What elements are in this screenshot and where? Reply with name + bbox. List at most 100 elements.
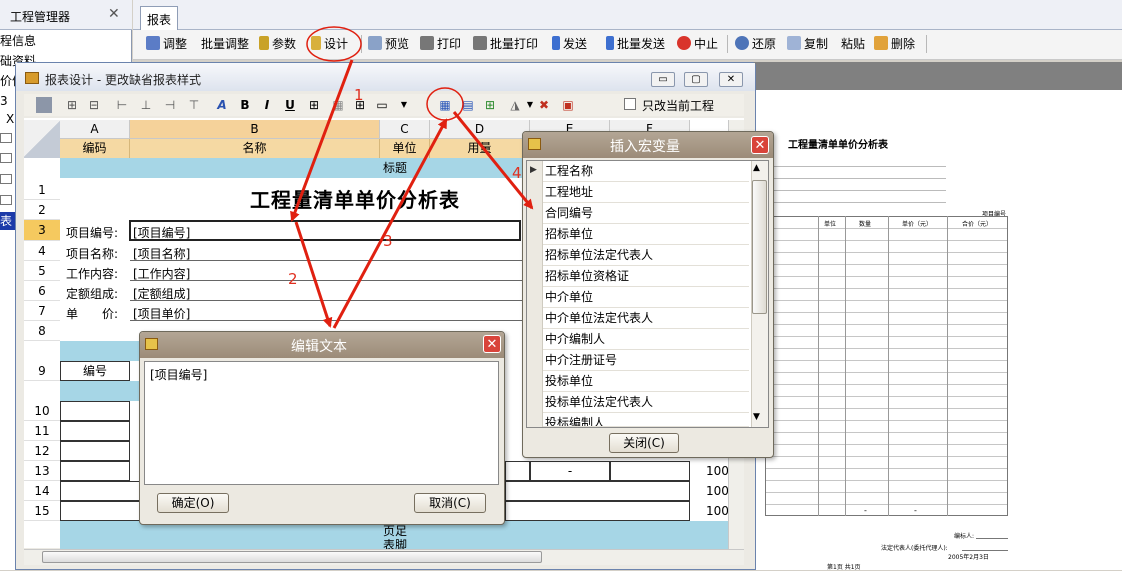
insert-macro-icon[interactable]: ▦ — [437, 97, 453, 113]
manager-selected-item[interactable]: 表 — [0, 212, 16, 230]
ok-button[interactable]: 确定(O) — [157, 493, 229, 513]
align-top-icon[interactable]: ⊤ — [186, 97, 202, 113]
column-header[interactable]: B — [130, 120, 380, 139]
table-cell[interactable] — [505, 501, 690, 521]
restore-button[interactable]: 还原 — [735, 35, 776, 53]
table-cell[interactable] — [60, 461, 130, 481]
tab-report[interactable]: 报表 — [140, 6, 178, 30]
macro-item[interactable]: 中介单位 — [543, 287, 749, 308]
column-header[interactable]: D — [430, 120, 530, 139]
preview-button[interactable]: 预览 — [368, 35, 409, 53]
row-header[interactable]: 11 — [24, 421, 60, 441]
clear-icon[interactable]: ✖ — [536, 97, 552, 113]
macro-item[interactable]: 投标编制人 — [543, 413, 749, 427]
manager-item[interactable]: 程信息 — [0, 32, 130, 50]
batch-adjust-button[interactable]: 批量调整 — [201, 35, 249, 53]
only-current-checkbox[interactable] — [624, 98, 636, 110]
row-header[interactable]: 14 — [24, 481, 60, 501]
edit-text-area[interactable]: [项目编号] — [144, 361, 499, 485]
column-header[interactable]: A — [60, 120, 130, 139]
page-setup-icon[interactable]: ▣ — [560, 97, 576, 113]
row-header[interactable]: 6 — [24, 281, 60, 301]
row-header[interactable]: 8 — [24, 321, 60, 341]
table-cell[interactable] — [60, 441, 130, 461]
row-header[interactable]: 5 — [24, 261, 60, 281]
close-icon[interactable]: ✕ — [108, 6, 120, 22]
split-icon[interactable]: ⊟ — [86, 97, 102, 113]
macro-item[interactable]: 中介编制人 — [543, 329, 749, 350]
dropdown-icon[interactable]: ▭ — [374, 97, 390, 113]
chevron-down-icon[interactable]: ▼ — [396, 97, 412, 113]
maximize-button[interactable]: ▢ — [684, 72, 708, 87]
row-header[interactable]: 9 — [24, 361, 60, 381]
align-left-icon[interactable]: ⊢ — [114, 97, 130, 113]
scrollbar-thumb[interactable] — [752, 180, 767, 314]
row-header[interactable]: 10 — [24, 401, 60, 421]
macro-project-no[interactable]: [项目编号] — [133, 224, 190, 241]
border-icon[interactable]: ⊞ — [306, 97, 322, 113]
tree-expander-icon[interactable] — [0, 195, 12, 205]
macro-item[interactable]: 工程名称 — [543, 161, 749, 182]
scroll-up-icon[interactable]: ▲ — [753, 163, 760, 173]
row-header[interactable]: 4 — [24, 241, 60, 261]
tree-expander-icon[interactable] — [0, 174, 12, 184]
underline-button[interactable]: U — [282, 97, 298, 113]
row-header[interactable]: 15 — [24, 501, 60, 521]
macro-item[interactable]: 招标单位资格证 — [543, 266, 749, 287]
macro-item[interactable]: 工程地址 — [543, 182, 749, 203]
merge-icon[interactable]: ⊞ — [64, 97, 80, 113]
row-header[interactable]: 12 — [24, 441, 60, 461]
table-cell[interactable] — [60, 421, 130, 441]
row-header[interactable]: 3 — [24, 220, 60, 241]
row-header[interactable]: 1 — [24, 180, 60, 200]
abort-button[interactable]: 中止 — [677, 35, 718, 53]
scrollbar-thumb[interactable] — [42, 551, 542, 563]
cancel-button[interactable]: 取消(C) — [414, 493, 486, 513]
macro-item[interactable]: 中介注册证号 — [543, 350, 749, 371]
tree-expander-icon[interactable] — [0, 153, 12, 163]
batch-send-button[interactable]: 批量发送 — [606, 35, 665, 53]
print-button[interactable]: 打印 — [420, 35, 461, 53]
table-icon[interactable]: ▤ — [460, 97, 476, 113]
adjust-button[interactable]: 调整 — [146, 35, 187, 53]
report-title[interactable]: 工程量清单单价分析表 — [250, 184, 460, 213]
bold-button[interactable]: B — [237, 97, 253, 113]
table-cell[interactable] — [610, 461, 690, 481]
align-right-icon[interactable]: ⊣ — [162, 97, 178, 113]
grid-icon[interactable]: ▦ — [330, 97, 346, 113]
insert-column-icon[interactable]: ⊞ — [482, 97, 498, 113]
minimize-button[interactable]: ▭ — [651, 72, 675, 87]
column-header[interactable]: C — [380, 120, 430, 139]
table-cell[interactable] — [505, 461, 530, 481]
batch-print-button[interactable]: 批量打印 — [473, 35, 538, 53]
params-button[interactable]: 参数 — [259, 35, 296, 53]
close-button[interactable]: ✕ — [719, 72, 743, 87]
close-dialog-button[interactable]: 关闭(C) — [609, 433, 679, 453]
table-cell[interactable]: - — [530, 461, 610, 481]
close-button[interactable]: ✕ — [751, 136, 769, 154]
row-header[interactable]: 7 — [24, 301, 60, 321]
tree-expander-icon[interactable] — [0, 133, 12, 143]
style-icon[interactable]: ◮ — [507, 97, 523, 113]
save-icon[interactable] — [36, 97, 52, 113]
select-all-corner[interactable] — [24, 120, 60, 158]
italic-button[interactable]: I — [259, 97, 275, 113]
send-button[interactable]: 发送 — [552, 35, 587, 53]
scroll-down-icon[interactable]: ▼ — [753, 412, 760, 422]
macro-item[interactable]: 招标单位法定代表人 — [543, 245, 749, 266]
macro-item[interactable]: 中介单位法定代表人 — [543, 308, 749, 329]
table-cell[interactable] — [60, 401, 130, 421]
delete-button[interactable]: 删除 — [874, 35, 915, 53]
macro-item[interactable]: 合同编号 — [543, 203, 749, 224]
macro-item[interactable]: 投标单位法定代表人 — [543, 392, 749, 413]
macro-item[interactable]: 招标单位 — [543, 224, 749, 245]
table-cell[interactable] — [505, 481, 690, 501]
align-center-icon[interactable]: ⊥ — [138, 97, 154, 113]
row-header[interactable]: 13 — [24, 461, 60, 481]
close-button[interactable]: ✕ — [483, 335, 501, 353]
font-icon[interactable]: A — [214, 97, 230, 113]
paste-button[interactable]: 粘贴 — [841, 35, 865, 53]
design-button[interactable]: 设计 — [311, 35, 348, 53]
copy-button[interactable]: 复制 — [787, 35, 828, 53]
row-header[interactable]: 2 — [24, 200, 60, 220]
